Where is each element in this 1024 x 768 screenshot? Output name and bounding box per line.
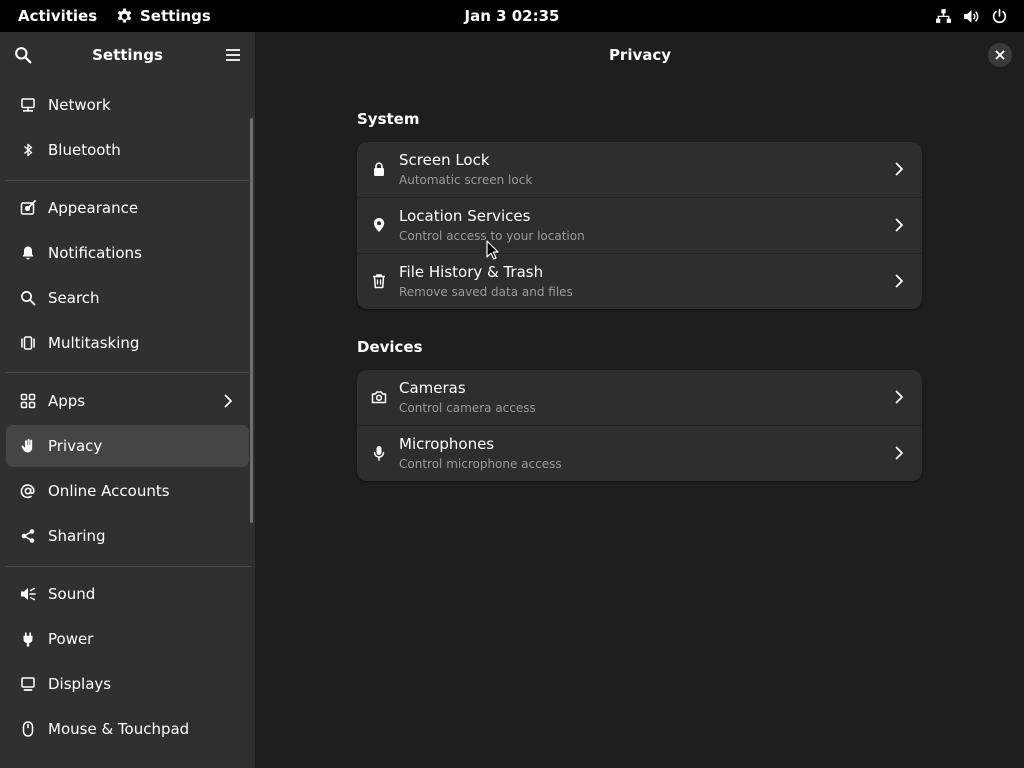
sidebar-divider xyxy=(6,180,251,181)
mouse-pointer-icon xyxy=(486,240,499,261)
chevron-right-icon xyxy=(222,393,234,409)
sidebar-item-label: Multitasking xyxy=(48,334,140,352)
sidebar-divider xyxy=(6,566,251,567)
sidebar-item-power[interactable]: Power xyxy=(6,618,249,660)
sidebar-item-search[interactable]: Search xyxy=(6,277,249,319)
sidebar-item-network[interactable]: Network xyxy=(6,84,249,126)
chevron-right-icon xyxy=(893,445,905,461)
clock[interactable]: Jan 3 02:35 xyxy=(464,7,559,25)
sidebar-item-appearance[interactable]: Appearance xyxy=(6,187,249,229)
sidebar-item-displays[interactable]: Displays xyxy=(6,663,249,705)
section-heading-system: System xyxy=(357,110,420,128)
volume-icon[interactable] xyxy=(963,8,980,25)
display-icon xyxy=(20,676,36,692)
sidebar-item-label: Bluetooth xyxy=(48,141,121,159)
camera-icon xyxy=(371,389,387,405)
search-icon xyxy=(20,290,36,306)
location-pin-icon xyxy=(371,217,387,233)
row-title: Location Services xyxy=(399,207,531,225)
sidebar-item-bluetooth[interactable]: Bluetooth xyxy=(6,129,249,171)
power-plug-icon xyxy=(20,631,36,647)
sidebar-item-sound[interactable]: Sound xyxy=(6,573,249,615)
sidebar-item-label: Sound xyxy=(48,585,96,603)
devices-settings-card: Cameras Control camera access Microphone… xyxy=(357,370,922,481)
row-microphones[interactable]: Microphones Control microphone access xyxy=(357,426,922,481)
trash-icon xyxy=(371,273,387,289)
gear-icon xyxy=(116,8,133,25)
row-title: Screen Lock xyxy=(399,151,490,169)
sidebar-item-label: Sharing xyxy=(48,527,106,545)
close-icon xyxy=(995,50,1005,60)
sidebar-item-label: Appearance xyxy=(48,199,139,217)
sidebar-item-mouse-touchpad[interactable]: Mouse & Touchpad xyxy=(6,708,249,750)
sidebar-item-label: Mouse & Touchpad xyxy=(48,720,190,738)
sidebar-divider xyxy=(6,372,251,373)
network-icon[interactable] xyxy=(935,8,952,25)
sidebar-item-label: Power xyxy=(48,630,94,648)
lock-icon xyxy=(371,161,387,177)
row-location-services[interactable]: Location Services Control access to your… xyxy=(357,198,922,254)
chevron-right-icon xyxy=(893,273,905,289)
apps-icon xyxy=(20,393,36,409)
sidebar-item-label: Displays xyxy=(48,675,112,693)
app-menu-label: Settings xyxy=(140,7,211,25)
sidebar: Settings Network Bluetooth Appearance No… xyxy=(0,32,256,768)
system-settings-card: Screen Lock Automatic screen lock Locati… xyxy=(357,142,922,309)
appearance-icon xyxy=(20,200,36,216)
app-menu[interactable]: Settings xyxy=(116,0,211,32)
sidebar-item-multitasking[interactable]: Multitasking xyxy=(6,322,249,364)
sidebar-scrollbar[interactable] xyxy=(250,118,253,523)
share-icon xyxy=(20,528,36,544)
sidebar-item-privacy[interactable]: Privacy xyxy=(6,425,249,467)
sidebar-title: Settings xyxy=(92,46,163,64)
page-title: Privacy xyxy=(608,46,672,64)
sidebar-item-label: Network xyxy=(48,96,111,114)
mouse-icon xyxy=(20,721,36,737)
activities-button[interactable]: Activities xyxy=(18,0,97,32)
row-title: Cameras xyxy=(399,379,466,397)
sidebar-item-notifications[interactable]: Notifications xyxy=(6,232,249,274)
sidebar-item-label: Apps xyxy=(48,392,86,410)
row-cameras[interactable]: Cameras Control camera access xyxy=(357,370,922,426)
at-sign-icon xyxy=(20,483,36,499)
row-title: File History & Trash xyxy=(399,263,544,281)
close-button[interactable] xyxy=(988,43,1012,67)
multitasking-icon xyxy=(20,335,36,351)
chevron-right-icon xyxy=(893,217,905,233)
row-file-history-trash[interactable]: File History & Trash Remove saved data a… xyxy=(357,254,922,309)
bell-icon xyxy=(20,245,36,261)
sidebar-item-apps[interactable]: Apps xyxy=(6,380,249,422)
chevron-right-icon xyxy=(893,389,905,405)
sidebar-item-label: Privacy xyxy=(48,437,103,455)
row-subtitle: Automatic screen lock xyxy=(399,173,533,187)
sidebar-item-label: Notifications xyxy=(48,244,142,262)
power-icon[interactable] xyxy=(991,8,1008,25)
system-status-area[interactable] xyxy=(935,0,1008,32)
section-heading-devices: Devices xyxy=(357,338,423,356)
speaker-icon xyxy=(20,586,36,602)
row-subtitle: Control microphone access xyxy=(399,457,562,471)
row-screen-lock[interactable]: Screen Lock Automatic screen lock xyxy=(357,142,922,198)
network-icon xyxy=(20,97,36,113)
sidebar-item-label: Search xyxy=(48,289,100,307)
sidebar-item-sharing[interactable]: Sharing xyxy=(6,515,249,557)
top-bar: Activities Settings Jan 3 02:35 xyxy=(0,0,1024,32)
hamburger-menu-icon[interactable] xyxy=(225,48,241,62)
microphone-icon xyxy=(371,445,387,461)
chevron-right-icon xyxy=(893,161,905,177)
row-subtitle: Control camera access xyxy=(399,401,536,415)
row-subtitle: Remove saved data and files xyxy=(399,285,573,299)
hand-icon xyxy=(20,438,36,454)
sidebar-item-online-accounts[interactable]: Online Accounts xyxy=(6,470,249,512)
row-title: Microphones xyxy=(399,435,495,453)
bluetooth-icon xyxy=(20,142,36,158)
sidebar-item-label: Online Accounts xyxy=(48,482,170,500)
sidebar-header: Settings xyxy=(0,32,255,78)
